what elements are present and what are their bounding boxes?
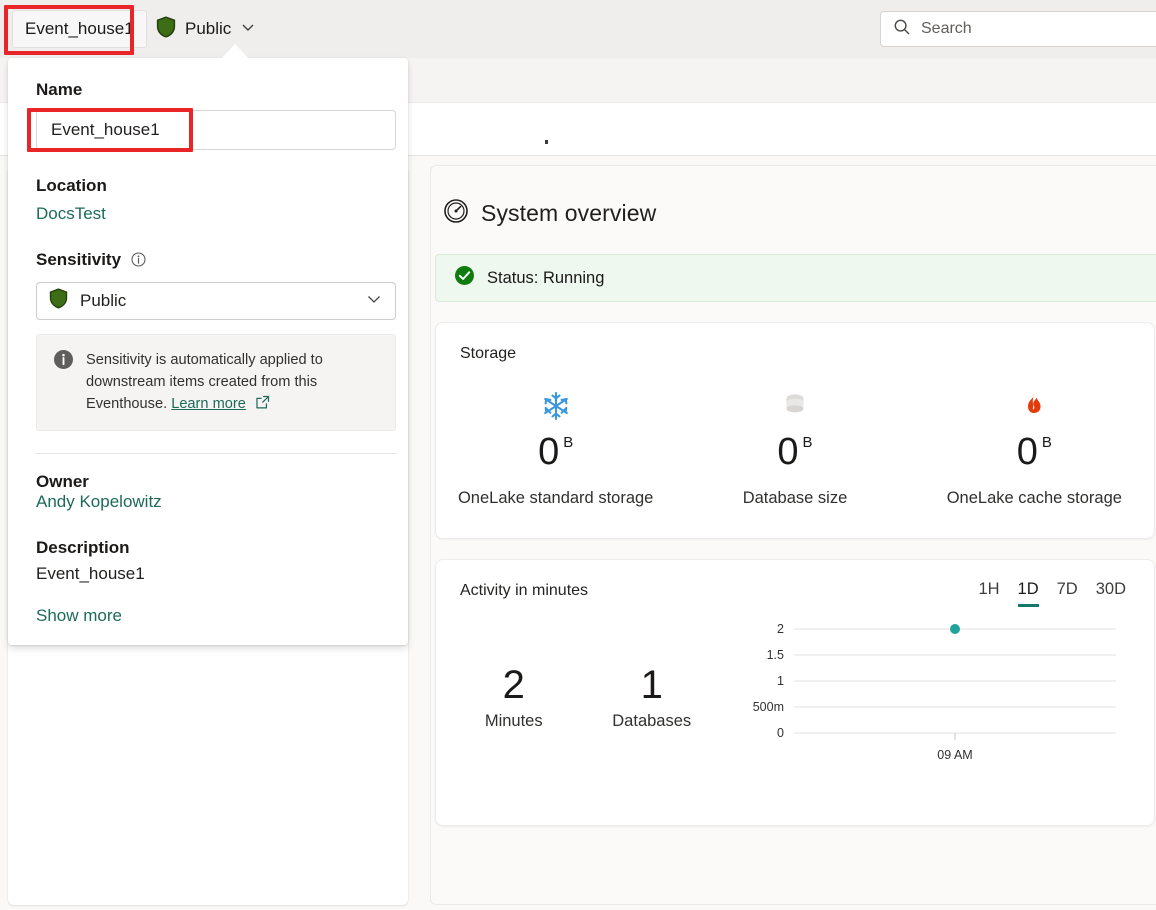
kpi-label: Minutes	[484, 711, 543, 730]
activity-card: Activity in minutes 1H 1D 7D 30D 2 Minut…	[435, 559, 1155, 826]
owner-link[interactable]: Andy Kopelowitz	[36, 492, 162, 511]
page-title: System overview	[481, 200, 657, 226]
status-banner: Status: Running	[435, 254, 1156, 302]
metric-number: 0	[1016, 431, 1038, 473]
storage-card-title: Storage	[460, 345, 517, 362]
sensitivity-label-text: Sensitivity	[36, 250, 122, 269]
metric-number: 0	[777, 431, 799, 473]
svg-text:0: 0	[777, 726, 784, 740]
storage-metrics-row: 0 B OneLake standard storage 0 B Databas…	[436, 387, 1154, 538]
popup-divider	[36, 452, 396, 454]
sensitivity-field-label: Sensitivity	[36, 250, 380, 272]
search-input-placeholder: Search	[921, 20, 972, 37]
metric-unit: B	[802, 434, 813, 451]
activity-chart: 2 1.5 1 500m 0 09 AM	[726, 617, 1126, 777]
kpi-minutes: 2 Minutes	[485, 664, 543, 731]
svg-text:1.5: 1.5	[767, 648, 784, 662]
svg-text:2: 2	[777, 622, 784, 636]
shield-icon	[156, 15, 176, 43]
name-field-label: Name	[36, 80, 83, 99]
show-more-link[interactable]: Show more	[36, 606, 122, 626]
item-title-button[interactable]: Event_house1	[12, 10, 147, 48]
storage-metric-label: Database size	[742, 489, 848, 507]
app-root: Event_house1 Public Search System overvi…	[0, 0, 1156, 910]
cursor-artifact	[545, 140, 548, 144]
activity-kpis: 2 Minutes 1 Databases	[436, 664, 726, 731]
info-filled-icon	[53, 349, 74, 416]
storage-metric: 0 B OneLake cache storage	[915, 387, 1154, 508]
system-overview-header: System overview	[443, 198, 1156, 229]
sensitivity-info-box: Sensitivity is automatically applied to …	[36, 334, 396, 431]
metric-unit: B	[563, 434, 574, 451]
storage-metric: 0 B OneLake standard storage	[436, 387, 675, 508]
learn-more-link[interactable]: Learn more	[171, 396, 246, 412]
location-link[interactable]: DocsTest	[36, 204, 106, 224]
time-range-tab-1d[interactable]: 1D	[1017, 580, 1039, 607]
search-icon	[893, 18, 911, 41]
gauge-icon	[443, 198, 469, 229]
kpi-label: Databases	[612, 711, 692, 730]
kpi-value: 1	[640, 662, 663, 707]
kpi-databases: 1 Databases	[612, 664, 691, 731]
flame-icon	[1022, 387, 1046, 425]
location-field-label: Location	[36, 176, 107, 195]
sensitivity-info-text: Sensitivity is automatically applied to …	[86, 349, 381, 416]
main-content-pane: System overview Status: Running Storage	[430, 165, 1156, 905]
description-value: Event_house1	[36, 563, 145, 583]
time-range-tab-1h[interactable]: 1H	[978, 580, 999, 607]
chevron-down-icon	[240, 19, 256, 40]
item-details-flyout: Name Event_house1 Location DocsTest Sens…	[8, 58, 408, 645]
sensitivity-chip-button[interactable]: Public	[148, 10, 264, 48]
svg-text:09 AM: 09 AM	[937, 748, 972, 762]
sensitivity-chip-label: Public	[185, 19, 232, 38]
search-box[interactable]: Search	[880, 11, 1156, 47]
storage-metric-value: 0 B	[777, 433, 812, 471]
description-field-label: Description	[36, 537, 130, 557]
activity-card-title: Activity in minutes	[460, 582, 589, 599]
metric-unit: B	[1041, 434, 1052, 451]
activity-chart-svg: 2 1.5 1 500m 0 09 AM	[753, 622, 1116, 762]
kpi-value: 2	[502, 662, 525, 707]
sensitivity-select-value: Public	[80, 291, 127, 310]
shield-icon	[49, 288, 68, 314]
time-range-tab-7d[interactable]: 7D	[1057, 580, 1078, 607]
time-range-tabs: 1H 1D 7D 30D	[978, 560, 1154, 607]
storage-metric-value: 0 B	[1017, 433, 1052, 471]
name-input[interactable]: Event_house1	[36, 110, 396, 150]
storage-metric: 0 B Database size	[675, 387, 914, 508]
item-title-label: Event_house1	[25, 19, 134, 38]
snowflake-icon	[542, 387, 570, 425]
check-circle-icon	[454, 265, 475, 291]
info-circle-icon[interactable]	[131, 252, 146, 272]
storage-metric-value: 0 B	[538, 433, 573, 471]
activity-card-body: 2 Minutes 1 Databases 2 1.5 1 500m 0 09 AM	[436, 607, 1154, 825]
database-icon	[783, 387, 807, 425]
activity-card-header: Activity in minutes 1H 1D 7D 30D	[436, 560, 1154, 607]
time-range-tab-30d[interactable]: 30D	[1096, 580, 1126, 607]
owner-field-label: Owner	[36, 471, 89, 491]
metric-number: 0	[538, 431, 560, 473]
sensitivity-select[interactable]: Public	[36, 282, 396, 320]
storage-metric-label: OneLake cache storage	[946, 489, 1122, 507]
svg-text:1: 1	[777, 674, 784, 688]
svg-text:500m: 500m	[753, 700, 784, 714]
storage-card: Storage 0 B OneLake standard storage 0 B…	[435, 322, 1155, 539]
chevron-down-icon	[365, 290, 383, 313]
status-badge: Status: Running	[487, 268, 605, 287]
name-input-value: Event_house1	[51, 120, 160, 139]
storage-metric-label: OneLake standard storage	[457, 489, 654, 507]
open-in-new-icon[interactable]	[255, 396, 270, 412]
